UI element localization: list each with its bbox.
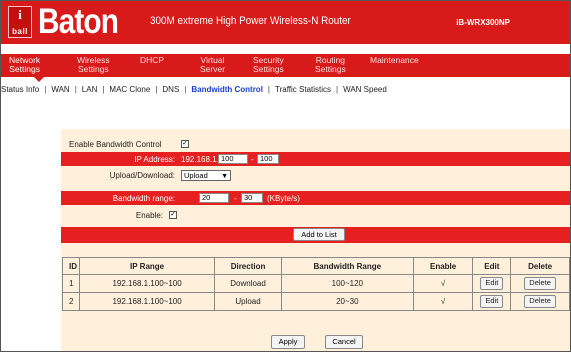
subnav-separator: |	[155, 85, 158, 94]
cancel-button[interactable]: Cancel	[325, 335, 363, 349]
cell-edit: Edit	[472, 274, 512, 293]
subnav-traffic-statistics[interactable]: Traffic Statistics	[275, 85, 331, 94]
nav-label-line1: Maintenance	[370, 55, 419, 65]
ip-prefix: 192.168.1.	[181, 155, 219, 164]
subnav-bandwidth-control[interactable]: Bandwidth Control	[191, 85, 263, 94]
subnav-separator: |	[44, 85, 47, 94]
cell-edit: Edit	[472, 292, 512, 311]
subnav-mac-clone[interactable]: MAC Clone	[109, 85, 150, 94]
apply-button[interactable]: Apply	[271, 335, 305, 349]
cell-enable: √	[412, 274, 474, 293]
cell-direction: Download	[214, 274, 282, 293]
cell-enable: √	[412, 292, 474, 311]
brand-name: Baton	[38, 2, 119, 41]
subnav-separator: |	[102, 85, 105, 94]
column-header-ip-range: IP Range	[78, 257, 216, 275]
subnav-separator: |	[267, 85, 270, 94]
nav-network-settings[interactable]: Network Settings	[9, 56, 40, 74]
cell-ip-range: 192.168.1.100~100	[78, 292, 216, 311]
active-nav-indicator-icon	[34, 77, 44, 82]
column-header-bandwidth-range: Bandwidth Range	[280, 257, 414, 275]
chevron-down-icon: ▼	[221, 173, 228, 180]
bandwidth-range-label: Bandwidth range:	[112, 194, 175, 203]
cell-ip-range: 192.168.1.100~100	[78, 274, 216, 293]
cell-bandwidth: 100~120	[280, 274, 414, 293]
edit-button[interactable]: Edit	[480, 295, 504, 308]
delete-button[interactable]: Delete	[524, 295, 556, 308]
subnav-status-info[interactable]: Status Info	[1, 85, 39, 94]
ip-address-row: IP Address: 192.168.1. 100 - 100	[61, 152, 570, 166]
nav-virtual-server[interactable]: Virtual Server	[200, 56, 225, 74]
ip-end-input[interactable]: 100	[257, 154, 279, 164]
bandwidth-unit: (KByte/s)	[267, 194, 300, 203]
subnav-lan[interactable]: LAN	[82, 85, 98, 94]
subnav-separator: |	[336, 85, 339, 94]
cell-delete: Delete	[510, 292, 570, 311]
nav-label-line2: Server	[200, 64, 226, 74]
bandwidth-range-row: Bandwidth range: 20 - 30 (KByte/s)	[61, 191, 570, 205]
cell-id: 2	[62, 292, 80, 311]
bandwidth-min-input[interactable]: 20	[199, 193, 229, 203]
nav-security-settings[interactable]: Security Settings	[253, 56, 284, 74]
cell-delete: Delete	[510, 274, 570, 293]
product-title: 300M extreme High Power Wireless-N Route…	[150, 15, 351, 27]
logo-mark: i	[18, 7, 22, 22]
enable-bandwidth-row: Enable Bandwidth Control ✓	[61, 137, 570, 151]
logo-text: ball	[12, 27, 28, 36]
enable-bandwidth-checkbox[interactable]: ✓	[181, 140, 189, 148]
column-header-direction: Direction	[214, 257, 282, 275]
bandwidth-range-dash: -	[234, 194, 237, 203]
nav-label-line2: Settings	[77, 64, 109, 74]
subnav-wan[interactable]: WAN	[51, 85, 69, 94]
subnav-separator: |	[74, 85, 77, 94]
enable-row: Enable: ✓	[61, 208, 570, 222]
direction-row: Upload/Download: Upload ▼	[61, 168, 570, 182]
enable-checkbox[interactable]: ✓	[169, 211, 177, 219]
router-admin-page: i ball Baton 300M extreme High Power Wir…	[0, 0, 571, 352]
direction-label: Upload/Download:	[109, 171, 175, 180]
column-header-enable: Enable	[412, 257, 474, 275]
nav-label-line2: Settings	[315, 64, 346, 74]
subnav-separator: |	[184, 85, 187, 94]
cell-direction: Upload	[214, 292, 282, 311]
iball-logo: i ball	[8, 6, 32, 38]
delete-button[interactable]: Delete	[524, 277, 556, 290]
nav-routing-settings[interactable]: Routing Settings	[315, 56, 346, 74]
nav-label-line2: Settings	[9, 64, 40, 74]
sub-nav: Status Info | WAN | LAN | MAC Clone | DNS | Bandwi…	[1, 85, 570, 99]
nav-maintenance[interactable]: Maintenance	[370, 56, 419, 65]
table-row: 1 192.168.1.100~100 Download 100~120 √ E…	[62, 274, 570, 293]
add-to-list-row: Add to List	[61, 227, 570, 243]
edit-button[interactable]: Edit	[480, 277, 504, 290]
subnav-wan-speed[interactable]: WAN Speed	[343, 85, 387, 94]
enable-label: Enable:	[135, 211, 163, 220]
header-bar: i ball Baton 300M extreme High Power Wir…	[1, 1, 570, 44]
direction-select[interactable]: Upload ▼	[181, 170, 231, 181]
column-header-delete: Delete	[510, 257, 570, 275]
column-header-edit: Edit	[472, 257, 512, 275]
ip-start-input[interactable]: 100	[218, 154, 248, 164]
bandwidth-rules-table: ID IP Range Direction Bandwidth Range En…	[62, 257, 570, 311]
nav-label-line2: Settings	[253, 64, 284, 74]
nav-dhcp[interactable]: DHCP	[140, 56, 164, 65]
main-nav: Network Settings Wireless Settings DHCP …	[1, 54, 570, 77]
table-row: 2 192.168.1.100~100 Upload 20~30 √ Edit …	[62, 292, 570, 311]
nav-label-line1: DHCP	[140, 55, 165, 65]
model-number: iB-WRX300NP	[456, 18, 510, 27]
column-header-id: ID	[62, 257, 80, 275]
direction-selected-value: Upload	[184, 171, 208, 180]
ip-address-label: IP Address:	[134, 155, 175, 164]
subnav-dns[interactable]: DNS	[162, 85, 179, 94]
nav-wireless-settings[interactable]: Wireless Settings	[77, 56, 110, 74]
ip-range-dash: -	[251, 155, 254, 164]
enable-bandwidth-label: Enable Bandwidth Control	[69, 140, 162, 149]
table-header-row: ID IP Range Direction Bandwidth Range En…	[62, 257, 570, 275]
cell-id: 1	[62, 274, 80, 293]
cell-bandwidth: 20~30	[280, 292, 414, 311]
add-to-list-button[interactable]: Add to List	[293, 228, 345, 241]
bandwidth-max-input[interactable]: 30	[241, 193, 263, 203]
